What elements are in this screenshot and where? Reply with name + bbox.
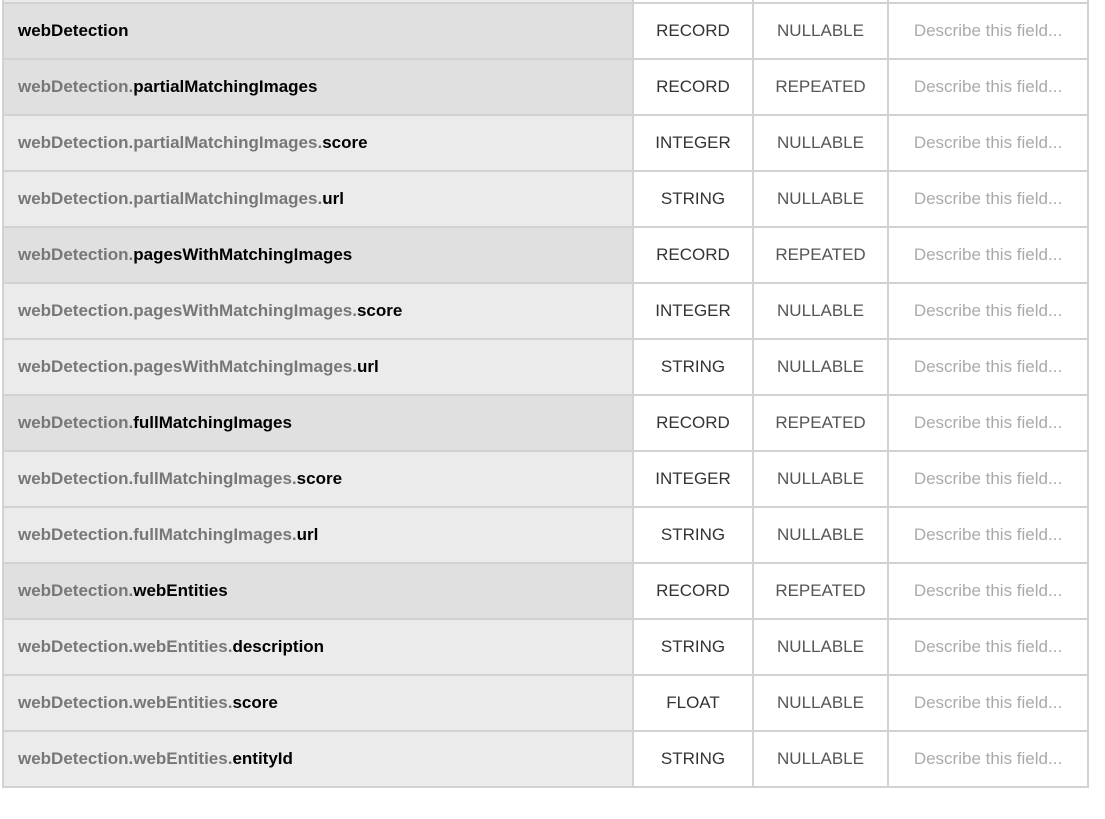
field-description-input[interactable]: Describe this field... — [887, 618, 1089, 676]
field-description-input[interactable]: Describe this field... — [887, 226, 1089, 284]
field-mode: NULLABLE — [752, 170, 889, 228]
field-path-prefix: webDetection.partialMatchingImages. — [18, 189, 323, 208]
field-mode: NULLABLE — [752, 114, 889, 172]
table-row: webDetection.partialMatchingImages RECORD… — [2, 58, 1089, 116]
field-type: RECORD — [632, 562, 754, 620]
field-mode: REPEATED — [752, 58, 889, 116]
table-row: webDetection.pagesWithMatchingImages.url… — [2, 338, 1089, 396]
field-name: webDetection.fullMatchingImages — [2, 394, 634, 452]
table-row: webDetection.fullMatchingImages.score INT… — [2, 450, 1089, 508]
table-row: webDetection.partialMatchingImages.score… — [2, 114, 1089, 172]
field-leaf-name: entityId — [232, 749, 293, 768]
field-type: RECORD — [632, 2, 754, 60]
field-leaf-name: pagesWithMatchingImages — [133, 245, 353, 264]
field-leaf-name: url — [322, 189, 344, 208]
schema-table: webDetection RECORD NULLABLE Describe this … — [2, 0, 1089, 788]
field-path-prefix: webDetection.webEntities. — [18, 693, 233, 712]
field-leaf-name: score — [232, 693, 278, 712]
field-leaf-name: webEntities — [133, 581, 228, 600]
field-path-prefix: webDetection.partialMatchingImages. — [18, 133, 323, 152]
table-row: webDetection.fullMatchingImages RECORD REP… — [2, 394, 1089, 452]
field-description-input[interactable]: Describe this field... — [887, 114, 1089, 172]
field-name: webDetection.webEntities.entityId — [2, 730, 634, 788]
table-row: webDetection.webEntities.entityId STRING N… — [2, 730, 1089, 788]
field-path-prefix: webDetection.webEntities. — [18, 749, 233, 768]
field-type: INTEGER — [632, 282, 754, 340]
field-name: webDetection.webEntities.description — [2, 618, 634, 676]
field-name: webDetection.pagesWithMatchingImages.sco… — [2, 282, 634, 340]
field-name: webDetection.webEntities — [2, 562, 634, 620]
field-type: STRING — [632, 170, 754, 228]
field-name: webDetection.fullMatchingImages.url — [2, 506, 634, 564]
field-description-input[interactable]: Describe this field... — [887, 730, 1089, 788]
field-type: RECORD — [632, 58, 754, 116]
field-path-prefix: webDetection. — [18, 581, 134, 600]
field-name: webDetection.webEntities.score — [2, 674, 634, 732]
field-mode: NULLABLE — [752, 2, 889, 60]
field-name: webDetection.fullMatchingImages.score — [2, 450, 634, 508]
field-description-input[interactable]: Describe this field... — [887, 562, 1089, 620]
field-path-prefix: webDetection.pagesWithMatchingImages. — [18, 301, 357, 320]
field-description-input[interactable]: Describe this field... — [887, 338, 1089, 396]
field-leaf-name: fullMatchingImages — [133, 413, 292, 432]
field-leaf-name: partialMatchingImages — [133, 77, 318, 96]
table-row: webDetection.partialMatchingImages.url ST… — [2, 170, 1089, 228]
table-row: webDetection.webEntities.score FLOAT NULLA… — [2, 674, 1089, 732]
field-name: webDetection.partialMatchingImages.score — [2, 114, 634, 172]
field-name: webDetection.partialMatchingImages — [2, 58, 634, 116]
field-leaf-name: url — [296, 525, 319, 544]
field-path-prefix: webDetection.webEntities. — [18, 637, 233, 656]
field-path-prefix: webDetection. — [18, 77, 134, 96]
field-mode: NULLABLE — [752, 618, 889, 676]
field-type: STRING — [632, 618, 754, 676]
field-description-input[interactable]: Describe this field... — [887, 282, 1089, 340]
field-mode: NULLABLE — [752, 730, 889, 788]
field-type: STRING — [632, 730, 754, 788]
field-leaf-name: webDetection — [18, 21, 129, 40]
table-row: webDetection.pagesWithMatchingImages RECO… — [2, 226, 1089, 284]
field-leaf-name: url — [356, 357, 379, 376]
field-path-prefix: webDetection.pagesWithMatchingImages. — [18, 357, 357, 376]
field-type: INTEGER — [632, 114, 754, 172]
field-type: INTEGER — [632, 450, 754, 508]
field-mode: NULLABLE — [752, 338, 889, 396]
field-type: STRING — [632, 506, 754, 564]
field-path-prefix: webDetection.fullMatchingImages. — [18, 469, 297, 488]
field-path-prefix: webDetection. — [18, 245, 134, 264]
field-description-input[interactable]: Describe this field... — [887, 170, 1089, 228]
table-row: webDetection.webEntities RECORD REPEATED De… — [2, 562, 1089, 620]
table-row: webDetection.pagesWithMatchingImages.sco… — [2, 282, 1089, 340]
field-mode: NULLABLE — [752, 674, 889, 732]
table-row: webDetection RECORD NULLABLE Describe this … — [2, 2, 1089, 60]
field-leaf-name: score — [356, 301, 403, 320]
field-name: webDetection.partialMatchingImages.url — [2, 170, 634, 228]
field-path-prefix: webDetection.fullMatchingImages. — [18, 525, 297, 544]
field-mode: NULLABLE — [752, 282, 889, 340]
field-description-input[interactable]: Describe this field... — [887, 394, 1089, 452]
field-name: webDetection — [2, 2, 634, 60]
field-path-prefix: webDetection. — [18, 413, 134, 432]
field-type: STRING — [632, 338, 754, 396]
field-mode: REPEATED — [752, 562, 889, 620]
field-type: FLOAT — [632, 674, 754, 732]
field-name: webDetection.pagesWithMatchingImages — [2, 226, 634, 284]
field-leaf-name: description — [232, 637, 325, 656]
field-leaf-name: score — [296, 469, 343, 488]
field-mode: REPEATED — [752, 226, 889, 284]
field-description-input[interactable]: Describe this field... — [887, 674, 1089, 732]
field-description-input[interactable]: Describe this field... — [887, 58, 1089, 116]
table-row: webDetection.webEntities.description STRI… — [2, 618, 1089, 676]
field-name: webDetection.pagesWithMatchingImages.url — [2, 338, 634, 396]
field-mode: NULLABLE — [752, 450, 889, 508]
field-mode: NULLABLE — [752, 506, 889, 564]
field-mode: REPEATED — [752, 394, 889, 452]
field-description-input[interactable]: Describe this field... — [887, 450, 1089, 508]
table-row: webDetection.fullMatchingImages.url STRIN… — [2, 506, 1089, 564]
field-type: RECORD — [632, 226, 754, 284]
field-description-input[interactable]: Describe this field... — [887, 506, 1089, 564]
field-type: RECORD — [632, 394, 754, 452]
field-description-input[interactable]: Describe this field... — [887, 2, 1089, 60]
field-leaf-name: score — [322, 133, 368, 152]
